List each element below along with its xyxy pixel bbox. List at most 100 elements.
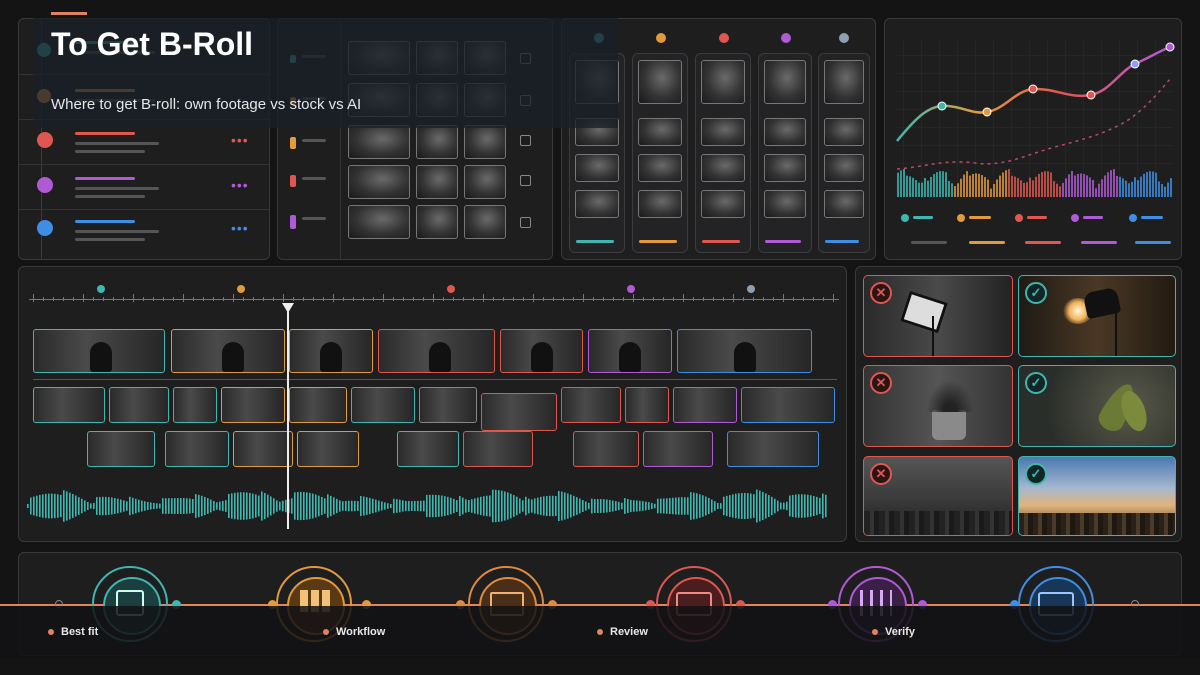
timeline-clip[interactable] [33,329,165,373]
timeline-clip[interactable] [33,387,105,423]
ruler-tick [593,297,594,301]
ruler-tick [733,294,734,302]
stock-column[interactable] [818,53,870,253]
timeline-clip[interactable] [165,431,229,467]
ruler-tick [803,297,804,301]
ruler-tick [713,297,714,301]
ruler-tick [373,297,374,301]
footage-thumbnail[interactable] [416,165,458,199]
ruler-tick [573,297,574,301]
title-accent-bar [51,12,87,15]
timeline-clip[interactable] [351,387,415,423]
timeline-clip[interactable] [588,329,672,373]
ruler-tick [73,297,74,301]
timeline-clip[interactable] [221,387,285,423]
playhead-handle[interactable] [282,303,294,313]
timeline-clip[interactable] [87,431,155,467]
ruler-tick [623,297,624,301]
ruler-tick [683,294,684,302]
footage-thumbnail[interactable] [464,125,506,159]
marker[interactable] [627,285,635,293]
ruler-tick [93,297,94,301]
ruler-tick [253,297,254,301]
stock-column[interactable] [695,53,751,253]
timeline-clip[interactable] [397,431,459,467]
footage-thumbnail[interactable] [416,205,458,239]
timeline-clip[interactable] [109,387,169,423]
timeline-clip[interactable] [677,329,812,373]
audio-waveform[interactable] [27,481,837,531]
ruler-tick [723,297,724,301]
marker[interactable] [447,285,455,293]
ruler-tick [583,294,584,302]
ruler-tick [113,297,114,301]
approved-image[interactable]: ✓ [1018,365,1176,447]
ruler-tick [633,294,634,302]
ruler-tick [663,297,664,301]
timeline-clip[interactable] [173,387,217,423]
list-item[interactable]: ••• [19,164,269,209]
approved-image[interactable]: ✓ [1018,275,1176,357]
ruler-tick [543,297,544,301]
timeline-clip[interactable] [233,431,293,467]
footage-thumbnail[interactable] [348,205,410,239]
footage-thumbnail[interactable] [416,125,458,159]
ruler-tick [643,297,644,301]
more-icon[interactable]: ••• [231,177,249,193]
select-checkbox[interactable] [520,217,531,228]
rejected-image[interactable]: ✕ [863,456,1013,536]
ruler-tick [303,297,304,301]
timeline-clip[interactable] [378,329,495,373]
ruler-tick [293,297,294,301]
timeline-clip[interactable] [500,329,583,373]
ruler-tick [483,294,484,302]
list-item[interactable]: ••• [19,209,269,254]
timeline-clip[interactable] [625,387,669,423]
playhead[interactable] [287,303,289,529]
page-subtitle: Where to get B-roll: own footage vs stoc… [51,96,362,113]
rejected-image[interactable]: ✕ [863,365,1013,447]
approved-image[interactable]: ✓ [1018,456,1176,536]
footage-thumbnail[interactable] [348,125,410,159]
timeline-clip[interactable] [419,387,477,423]
marker[interactable] [237,285,245,293]
timeline-clip[interactable] [289,329,373,373]
footage-thumbnail[interactable] [464,205,506,239]
timeline-clip[interactable] [463,431,533,467]
ruler-tick [133,294,134,302]
timeline-clip[interactable] [171,329,285,373]
timeline-clip[interactable] [573,431,639,467]
ruler-tick [773,297,774,301]
ruler-tick [323,297,324,301]
select-checkbox[interactable] [520,175,531,186]
ruler-tick [183,294,184,302]
more-icon[interactable]: ••• [231,220,249,236]
check-icon: ✓ [1025,372,1047,394]
timeline-clip[interactable] [741,387,835,423]
timeline-clip[interactable] [561,387,621,423]
timeline-clip[interactable] [289,387,347,423]
rejected-image[interactable]: ✕ [863,275,1013,357]
timeline-clip[interactable] [727,431,819,467]
stock-column[interactable] [758,53,812,253]
timeline-clip[interactable] [673,387,737,423]
stock-column[interactable] [632,53,688,253]
footage-thumbnail[interactable] [464,165,506,199]
ruler-tick [813,297,814,301]
timeline-clip[interactable] [481,393,557,431]
more-icon[interactable]: ••• [231,132,249,148]
timeline-clip[interactable] [643,431,713,467]
ruler-tick [63,297,64,301]
timeline-clip[interactable] [297,431,359,467]
ruler-tick [793,297,794,301]
marker[interactable] [97,285,105,293]
ruler-tick [333,294,334,302]
footage-thumbnail[interactable] [348,165,410,199]
ruler-tick [33,294,34,302]
marker[interactable] [747,285,755,293]
analytics-chart-panel [884,18,1182,260]
timeline-ruler[interactable] [29,299,839,300]
ruler-tick [83,294,84,302]
ruler-tick [233,294,234,302]
select-checkbox[interactable] [520,135,531,146]
